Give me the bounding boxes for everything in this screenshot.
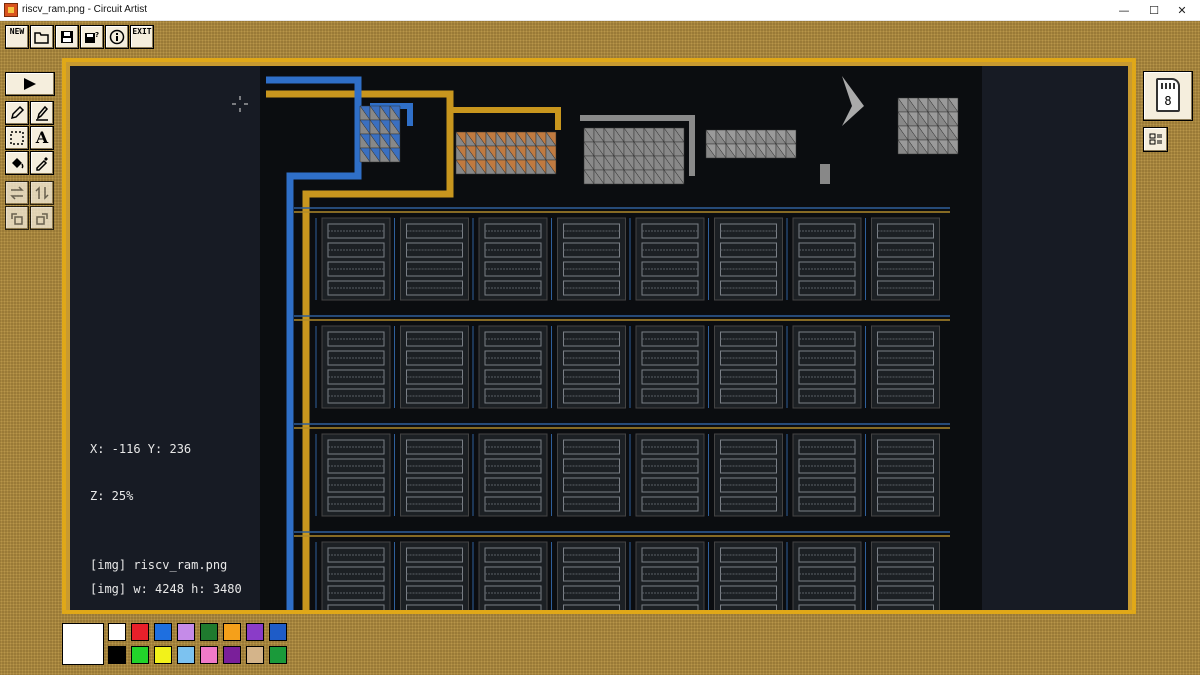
- flip-vertical-icon: [31, 182, 53, 204]
- close-button[interactable]: ✕: [1164, 0, 1200, 21]
- exit-label: EXIT: [132, 27, 152, 36]
- fill-tool[interactable]: [5, 151, 29, 175]
- palette-swatch[interactable]: [223, 623, 241, 641]
- palette-swatch[interactable]: [108, 646, 126, 664]
- floppy-disk-question-icon: ?: [81, 26, 103, 48]
- rotate-cw-button[interactable]: [30, 206, 54, 230]
- sd-card-icon: 8: [1156, 78, 1180, 112]
- about-button[interactable]: [105, 25, 129, 49]
- open-button[interactable]: [30, 25, 54, 49]
- rotate-ccw-button[interactable]: [5, 206, 29, 230]
- crosshair-cursor-icon: [232, 96, 248, 112]
- palette-swatch[interactable]: [246, 623, 264, 641]
- layer-settings-button[interactable]: [1143, 127, 1168, 152]
- app-body: NEW ? EXIT A X: -116 Y: 236 Z: 25% [img]…: [0, 21, 1200, 675]
- pencil-icon: [6, 102, 28, 124]
- flip-horizontal-icon: [6, 182, 28, 204]
- layer-button[interactable]: 8: [1143, 71, 1193, 121]
- palette-swatch[interactable]: [131, 646, 149, 664]
- exit-button[interactable]: EXIT: [130, 25, 154, 49]
- folder-open-icon: [31, 26, 53, 48]
- eyedropper-icon: [31, 152, 53, 174]
- floppy-disk-icon: [56, 26, 78, 48]
- paint-bucket-icon: [6, 152, 28, 174]
- new-label: NEW: [9, 27, 25, 36]
- save-button[interactable]: [55, 25, 79, 49]
- text-tool[interactable]: A: [30, 126, 54, 150]
- image-filename: [img] riscv_ram.png: [90, 558, 228, 572]
- palette-swatch[interactable]: [154, 646, 172, 664]
- info-icon: [106, 26, 128, 48]
- picker-tool[interactable]: [30, 151, 54, 175]
- play-icon: [6, 73, 54, 95]
- new-button[interactable]: NEW: [5, 25, 29, 49]
- primary-color-swatch[interactable]: [62, 623, 104, 665]
- line-pencil-icon: [31, 102, 53, 124]
- logic-glyph: [820, 164, 830, 184]
- palette-swatch[interactable]: [200, 623, 218, 641]
- brush-tool[interactable]: [5, 101, 29, 125]
- palette-swatch[interactable]: [223, 646, 241, 664]
- rotate-cw-icon: [31, 207, 53, 229]
- palette-swatch[interactable]: [200, 646, 218, 664]
- title-bar: riscv_ram.png - Circuit Artist — ☐ ✕: [0, 0, 1200, 21]
- select-tool[interactable]: [5, 126, 29, 150]
- svg-text:?: ?: [95, 31, 99, 39]
- marquee-select-icon: [6, 127, 28, 149]
- simulate-button[interactable]: [5, 72, 55, 96]
- canvas-frame: X: -116 Y: 236 Z: 25% [img] riscv_ram.pn…: [62, 58, 1136, 614]
- line-tool[interactable]: [30, 101, 54, 125]
- layer-settings-icon: [1144, 128, 1167, 151]
- palette-swatch[interactable]: [131, 623, 149, 641]
- flip-horizontal-button[interactable]: [5, 181, 29, 205]
- palette-swatch[interactable]: [154, 623, 172, 641]
- window-title: riscv_ram.png - Circuit Artist: [22, 4, 148, 15]
- palette-swatch[interactable]: [246, 646, 264, 664]
- palette-swatch[interactable]: [108, 623, 126, 641]
- palette-swatch[interactable]: [269, 646, 287, 664]
- zoom-level: Z: 25%: [90, 489, 134, 503]
- circuit-image: [232, 66, 982, 610]
- palette-swatch[interactable]: [177, 623, 195, 641]
- image-dimensions: [img] w: 4248 h: 3480: [90, 582, 242, 596]
- app-icon: [4, 3, 18, 17]
- layer-count: 8: [1164, 94, 1172, 108]
- flip-vertical-button[interactable]: [30, 181, 54, 205]
- cursor-coordinates: X: -116 Y: 236: [90, 442, 192, 456]
- rotate-ccw-icon: [6, 207, 28, 229]
- save-as-button[interactable]: ?: [80, 25, 104, 49]
- palette-swatch[interactable]: [269, 623, 287, 641]
- palette-swatch[interactable]: [177, 646, 195, 664]
- drawing-canvas[interactable]: X: -116 Y: 236 Z: 25% [img] riscv_ram.pn…: [70, 66, 1128, 610]
